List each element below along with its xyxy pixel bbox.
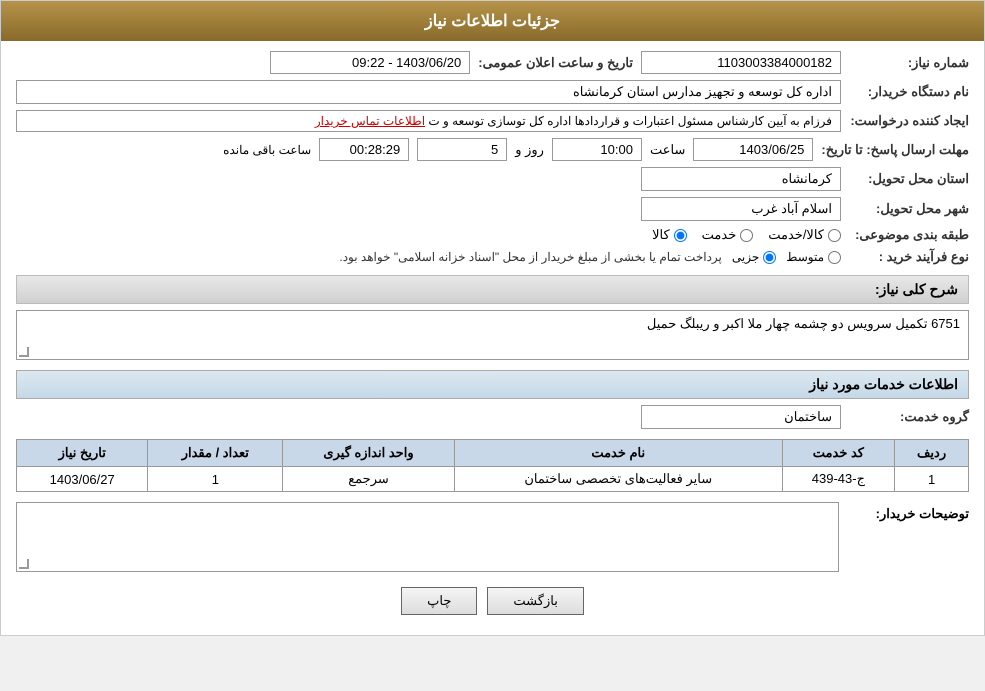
creator-value: فرزام به آیین کارشناس مسئول اعتبارات و ق… <box>16 110 841 132</box>
description-box-wrapper: 6751 تکمیل سرویس دو چشمه چهار ملا اکبر و… <box>16 310 969 360</box>
process-options: متوسط جزیی پرداخت تمام یا بخشی از مبلغ خ… <box>339 250 841 264</box>
buyer-org-label: نام دستگاه خریدار: <box>849 84 969 100</box>
category-radio-kala[interactable] <box>674 229 687 242</box>
description-box: 6751 تکمیل سرویس دو چشمه چهار ملا اکبر و… <box>16 310 969 360</box>
need-number-label: شماره نیاز: <box>849 55 969 71</box>
category-radio-khedmat[interactable] <box>740 229 753 242</box>
category-option-khedmat[interactable]: خدمت <box>702 227 754 243</box>
response-deadline-label: مهلت ارسال پاسخ: تا تاریخ: <box>821 142 969 158</box>
category-radio-kala-khedmat[interactable] <box>828 229 841 242</box>
creator-contact-link[interactable]: اطلاعات تماس خریدار <box>315 114 425 128</box>
announce-date-label: تاریخ و ساعت اعلان عمومی: <box>478 55 633 71</box>
category-label: طبقه بندی موضوعی: <box>849 227 969 243</box>
group-label: گروه خدمت: <box>849 409 969 425</box>
col-service-name: نام خدمت <box>454 440 782 467</box>
process-row: نوع فرآیند خرید : متوسط جزیی پرداخت تمام… <box>16 249 969 265</box>
services-table: ردیف کد خدمت نام خدمت واحد اندازه گیری ت… <box>16 439 969 492</box>
buyer-org-value: اداره کل توسعه و تجهیز مدارس استان کرمان… <box>16 80 841 104</box>
buyer-desc-box <box>16 502 839 572</box>
table-header-row: ردیف کد خدمت نام خدمت واحد اندازه گیری ت… <box>17 440 969 467</box>
province-label: استان محل تحویل: <box>849 171 969 187</box>
process-radio-motavaset[interactable] <box>828 251 841 264</box>
services-section-title: اطلاعات خدمات مورد نیاز <box>16 370 969 399</box>
process-note: پرداخت تمام یا بخشی از مبلغ خریدار از مح… <box>339 250 722 264</box>
description-section-title: شرح کلی نیاز: <box>16 275 969 304</box>
print-button[interactable]: چاپ <box>401 587 477 615</box>
province-value: کرمانشاه <box>641 167 841 191</box>
city-label: شهر محل تحویل: <box>849 201 969 217</box>
response-days-value: 5 <box>417 138 507 161</box>
need-number-row: شماره نیاز: 1103003384000182 تاریخ و ساع… <box>16 51 969 74</box>
remaining-label: ساعت باقی مانده <box>223 143 311 157</box>
buyer-org-row: نام دستگاه خریدار: اداره کل توسعه و تجهی… <box>16 80 969 104</box>
col-quantity: تعداد / مقدار <box>148 440 283 467</box>
buyer-desc-section: توضیحات خریدار: <box>16 502 969 572</box>
page-header: جزئیات اطلاعات نیاز <box>1 1 984 41</box>
process-option-motavaset[interactable]: متوسط <box>786 250 841 264</box>
creator-label: ایجاد کننده درخواست: <box>849 113 969 129</box>
col-unit: واحد اندازه گیری <box>283 440 455 467</box>
category-option-kala-khedmat[interactable]: کالا/خدمت <box>768 227 841 243</box>
group-value: ساختمان <box>641 405 841 429</box>
buyer-desc-resize-handle[interactable] <box>19 559 29 569</box>
response-days-label: روز و <box>515 142 544 158</box>
province-row: استان محل تحویل: کرمانشاه <box>16 167 969 191</box>
response-deadline-row: مهلت ارسال پاسخ: تا تاریخ: 1403/06/25 سا… <box>16 138 969 161</box>
group-row: گروه خدمت: ساختمان <box>16 405 969 429</box>
page-title: جزئیات اطلاعات نیاز <box>425 13 560 30</box>
resize-handle[interactable] <box>19 347 29 357</box>
category-option-kala[interactable]: کالا <box>652 227 687 243</box>
description-value: 6751 تکمیل سرویس دو چشمه چهار ملا اکبر و… <box>647 316 960 331</box>
process-radio-jozi[interactable] <box>763 251 776 264</box>
button-row: بازگشت چاپ <box>16 587 969 615</box>
main-content: شماره نیاز: 1103003384000182 تاریخ و ساع… <box>1 41 984 635</box>
table-row: 1ج-43-439سایر فعالیت‌های تخصصی ساختمانسر… <box>17 467 969 492</box>
category-radio-group: کالا/خدمت خدمت کالا <box>652 227 841 243</box>
response-time-value: 10:00 <box>552 138 642 161</box>
page-wrapper: جزئیات اطلاعات نیاز شماره نیاز: 11030033… <box>0 0 985 636</box>
city-value: اسلام آباد غرب <box>641 197 841 221</box>
announce-date-value: 1403/06/20 - 09:22 <box>270 51 470 74</box>
remaining-value: 00:28:29 <box>319 138 409 161</box>
col-need-date: تاریخ نیاز <box>17 440 148 467</box>
buyer-desc-label: توضیحات خریدار: <box>849 502 969 522</box>
response-time-label: ساعت <box>650 142 685 158</box>
category-row: طبقه بندی موضوعی: کالا/خدمت خدمت کالا <box>16 227 969 243</box>
need-number-value: 1103003384000182 <box>641 51 841 74</box>
creator-row: ایجاد کننده درخواست: فرزام به آیین کارشن… <box>16 110 969 132</box>
back-button[interactable]: بازگشت <box>487 587 583 615</box>
services-table-section: ردیف کد خدمت نام خدمت واحد اندازه گیری ت… <box>16 439 969 492</box>
city-row: شهر محل تحویل: اسلام آباد غرب <box>16 197 969 221</box>
response-date-value: 1403/06/25 <box>693 138 813 161</box>
process-label: نوع فرآیند خرید : <box>849 249 969 265</box>
col-row-number: ردیف <box>895 440 969 467</box>
process-option-jozi[interactable]: جزیی <box>732 250 776 264</box>
col-service-code: کد خدمت <box>782 440 894 467</box>
